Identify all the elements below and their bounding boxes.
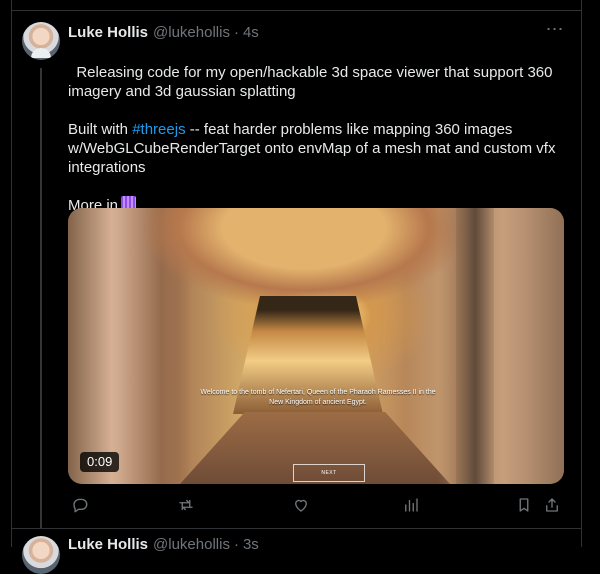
tweet-text-line-1: Releasing code for my open/hackable 3d s… xyxy=(68,64,557,100)
bookmark-button[interactable] xyxy=(512,493,536,517)
video-next-button[interactable]: NEXT xyxy=(293,464,365,482)
tweet-header: Luke Hollis @lukehollis · 4s xyxy=(68,22,259,42)
repost-icon xyxy=(179,499,193,511)
views-button[interactable] xyxy=(399,493,423,517)
author-display-name[interactable]: Luke Hollis xyxy=(68,24,148,41)
tweet-text: Releasing code for my open/hackable 3d s… xyxy=(68,44,573,215)
wall-shadow xyxy=(456,208,494,484)
author-avatar[interactable] xyxy=(22,22,60,60)
next-tweet-display-name[interactable]: Luke Hollis xyxy=(68,536,148,553)
tweet-timestamp[interactable]: 4s xyxy=(243,24,259,41)
share-icon xyxy=(546,498,558,512)
next-tweet-separator: · xyxy=(233,535,239,553)
repost-button[interactable] xyxy=(174,493,198,517)
video-caption: Welcome to the tomb of Nefertari, Queen … xyxy=(200,389,436,406)
tweet-divider xyxy=(12,528,581,529)
tweet-text-built-prefix: Built with xyxy=(68,121,133,138)
reply-button[interactable] xyxy=(68,493,92,517)
next-tweet-avatar[interactable] xyxy=(22,536,60,574)
tweet-action-bar xyxy=(68,493,564,517)
video-duration-badge: 0:09 xyxy=(80,452,120,472)
right-sidebar-border xyxy=(581,0,600,547)
more-options-icon[interactable]: ⋯ xyxy=(545,20,565,40)
left-sidebar-border xyxy=(0,0,12,547)
video-player[interactable]: Welcome to the tomb of Nefertari, Queen … xyxy=(68,208,564,484)
thread-connector-line xyxy=(40,68,42,528)
analytics-icon xyxy=(405,498,418,512)
threejs-hashtag-link[interactable]: #threejs xyxy=(132,121,185,138)
author-handle[interactable]: @lukehollis xyxy=(153,24,230,41)
timeline-top-divider xyxy=(12,10,581,11)
next-tweet-handle[interactable]: @lukehollis xyxy=(153,536,230,553)
next-tweet-timestamp[interactable]: 3s xyxy=(243,536,259,553)
bookmark-icon xyxy=(519,498,529,512)
share-button[interactable] xyxy=(540,493,564,517)
like-button[interactable] xyxy=(289,493,313,517)
reply-icon xyxy=(73,498,88,513)
heart-icon xyxy=(295,499,307,512)
tomb-ceiling xyxy=(144,208,464,308)
header-separator: · xyxy=(233,23,239,41)
next-tweet-header: Luke Hollis @lukehollis · 3s xyxy=(68,535,259,553)
